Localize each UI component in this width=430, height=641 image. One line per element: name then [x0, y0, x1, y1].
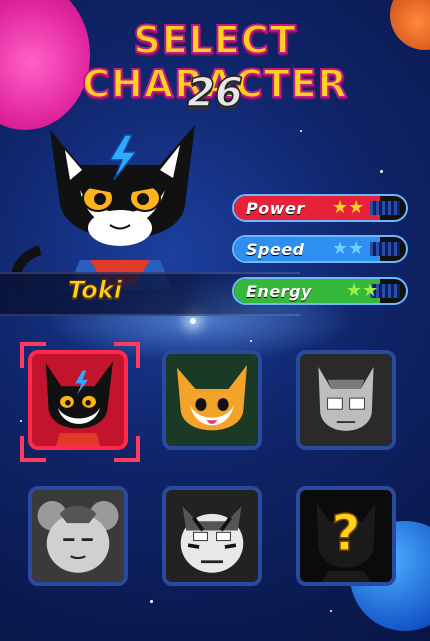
roster-slot-grey-mouse[interactable] — [28, 486, 128, 586]
stat-track — [370, 201, 400, 215]
grey-cat-icon — [300, 354, 392, 446]
star — [250, 340, 252, 342]
star — [300, 130, 302, 132]
stat-energy-bar: Energy ★★ — [232, 277, 408, 305]
stat-power-label: Power — [246, 199, 305, 218]
star — [150, 600, 153, 603]
glow-star — [190, 318, 196, 324]
character-select-screen: Select Character 26 Toki Power ★★ — [0, 0, 430, 641]
tiger-icon — [166, 490, 258, 582]
orange-fox-icon — [166, 354, 258, 446]
character-name: Toki — [68, 276, 123, 305]
stat-speed-label: Speed — [246, 240, 305, 259]
selection-corner — [20, 436, 46, 462]
grey-mouse-icon — [32, 490, 124, 582]
stat-speed-stars: ★★ — [332, 238, 365, 259]
question-mark-icon: ? — [331, 503, 362, 563]
stat-power-stars: ★★ — [332, 197, 365, 218]
roster-slot-mystery[interactable]: ? — [296, 486, 396, 586]
stat-energy-label: Energy — [246, 282, 312, 301]
selection-corner — [114, 342, 140, 368]
stat-power-bar: Power ★★ — [232, 194, 408, 222]
star — [380, 170, 383, 173]
roster-slot-tiger[interactable] — [162, 486, 262, 586]
stat-speed-bar: Speed ★★ — [232, 235, 408, 263]
stat-track — [370, 242, 400, 256]
star — [20, 420, 22, 422]
selection-corner — [20, 342, 46, 368]
star — [330, 610, 332, 612]
roster-slot-grey-cat[interactable] — [296, 350, 396, 450]
character-roster: ? — [20, 342, 408, 590]
roster-slot-fox[interactable] — [162, 350, 262, 450]
character-portrait — [11, 125, 195, 290]
stat-energy-stars: ★★ — [346, 280, 379, 301]
selection-corner — [114, 436, 140, 462]
